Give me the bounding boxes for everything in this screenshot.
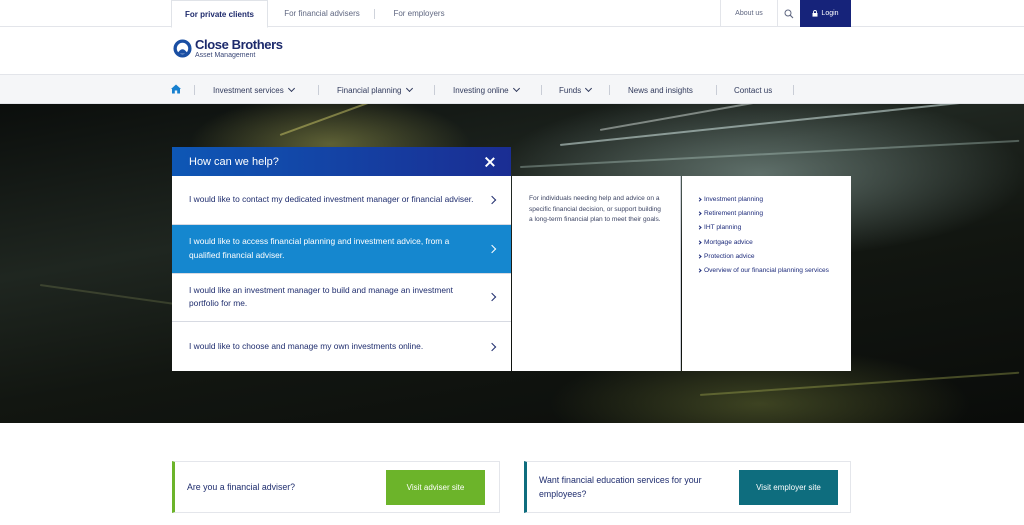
nav-divider <box>318 85 319 95</box>
brand-name: Close Brothers <box>195 37 283 52</box>
employer-cta-card: Want financial education services for yo… <box>524 461 851 513</box>
help-option[interactable]: I would like an investment manager to bu… <box>172 274 511 323</box>
chevron-down-icon <box>405 84 413 93</box>
help-option[interactable]: I would like to choose and manage my own… <box>172 322 511 371</box>
visit-employer-site-button[interactable]: Visit employer site <box>739 469 838 505</box>
chevron-right-icon <box>697 211 702 216</box>
chevron-right-icon <box>697 268 702 273</box>
light-streak <box>699 371 1020 396</box>
help-link-label: Protection advice <box>704 252 755 260</box>
help-link[interactable]: Investment planning <box>697 194 837 205</box>
brand-mark-icon <box>173 39 192 58</box>
home-icon[interactable] <box>170 83 182 95</box>
nav-divider <box>793 85 794 95</box>
nav-financial-planning-label: Financial planning <box>337 85 402 95</box>
help-panel-header: How can we help? <box>172 147 511 176</box>
chevron-down-icon <box>287 84 295 93</box>
nav-investment-services-label: Investment services <box>213 85 284 95</box>
help-links-panel: Investment planning Retirement planning … <box>682 176 851 371</box>
nav-funds-label: Funds <box>559 85 582 95</box>
help-option-text: I would like to access financial plannin… <box>189 235 450 260</box>
nav-divider <box>609 85 610 95</box>
visit-adviser-site-button[interactable]: Visit adviser site <box>386 469 485 505</box>
help-link-label: Overview of our financial planning servi… <box>704 267 829 275</box>
nav-financial-planning[interactable]: Financial planning <box>337 75 413 105</box>
chevron-right-icon <box>697 254 702 259</box>
login-button[interactable]: Login <box>800 0 851 27</box>
chevron-right-icon <box>697 239 702 245</box>
nav-funds[interactable]: Funds <box>559 75 593 105</box>
chevron-right-icon <box>487 195 497 205</box>
nav-contact-us[interactable]: Contact us <box>734 75 772 105</box>
tab-financial-advisers[interactable]: For financial advisers <box>272 0 372 27</box>
nav-investment-services[interactable]: Investment services <box>213 75 295 105</box>
brand-subtitle: Asset Management <box>195 52 256 59</box>
help-option-text: I would like an investment manager to bu… <box>189 284 453 309</box>
nav-divider <box>541 85 542 95</box>
close-icon[interactable] <box>485 157 495 167</box>
nav-divider <box>194 85 195 95</box>
help-link[interactable]: Overview of our financial planning servi… <box>697 265 837 276</box>
lock-icon <box>812 10 818 17</box>
nav-divider <box>716 85 717 95</box>
help-option-text: I would like to choose and manage my own… <box>189 340 424 351</box>
chevron-down-icon <box>585 84 593 93</box>
adviser-cta-text: Are you a financial adviser? <box>187 481 296 492</box>
help-link[interactable]: IHT planning <box>697 222 837 233</box>
nav-divider <box>434 85 435 95</box>
nav-investing-online-label: Investing online <box>453 85 509 95</box>
login-label: Login <box>821 10 839 17</box>
search-icon <box>784 9 793 18</box>
brand-logo[interactable]: Close Brothers Asset Management <box>173 38 283 59</box>
audience-bar: For private clients For financial advise… <box>0 0 1024 28</box>
light-streak <box>279 104 394 136</box>
help-link[interactable]: Protection advice <box>697 251 837 262</box>
chevron-right-icon <box>487 244 497 253</box>
help-option-text: I would like to contact my dedicated inv… <box>189 193 474 204</box>
employer-cta-text: Want financial education services for yo… <box>539 474 702 499</box>
help-panel: How can we help? I would like to contact… <box>172 147 511 371</box>
about-us-link[interactable]: About us <box>720 0 777 27</box>
help-description: For individuals needing help and advice … <box>529 195 661 224</box>
nav-investing-online[interactable]: Investing online <box>453 75 520 105</box>
help-link-label: IHT planning <box>704 224 742 232</box>
light-streak <box>519 139 1020 168</box>
help-option[interactable]: I would like to contact my dedicated inv… <box>172 176 511 225</box>
help-link[interactable]: Mortgage advice <box>697 237 837 248</box>
nav-contact-us-label: Contact us <box>734 85 773 95</box>
help-link-label: Retirement planning <box>704 210 764 218</box>
main-navigation: Investment services Financial planning I… <box>0 74 1024 104</box>
chevron-right-icon <box>697 197 702 202</box>
help-panel-title: How can we help? <box>189 155 279 168</box>
search-button[interactable] <box>777 0 799 27</box>
tab-employers[interactable]: For employers <box>380 0 458 27</box>
chevron-right-icon <box>487 342 497 351</box>
chevron-right-icon <box>697 225 702 231</box>
help-link-label: Mortgage advice <box>704 238 753 246</box>
help-option-selected[interactable]: I would like to access financial plannin… <box>172 224 511 274</box>
nav-news-and-insights[interactable]: News and insights <box>628 75 693 105</box>
nav-news-and-insights-label: News and insights <box>628 85 693 95</box>
chevron-right-icon <box>487 293 497 302</box>
chevron-down-icon <box>512 84 520 93</box>
tab-private-clients[interactable]: For private clients <box>171 0 268 28</box>
adviser-cta-card: Are you a financial adviser? Visit advis… <box>172 461 500 513</box>
tab-divider <box>374 9 375 19</box>
help-link[interactable]: Retirement planning <box>697 208 837 219</box>
help-description-panel: For individuals needing help and advice … <box>512 176 681 371</box>
help-link-label: Investment planning <box>704 196 764 203</box>
